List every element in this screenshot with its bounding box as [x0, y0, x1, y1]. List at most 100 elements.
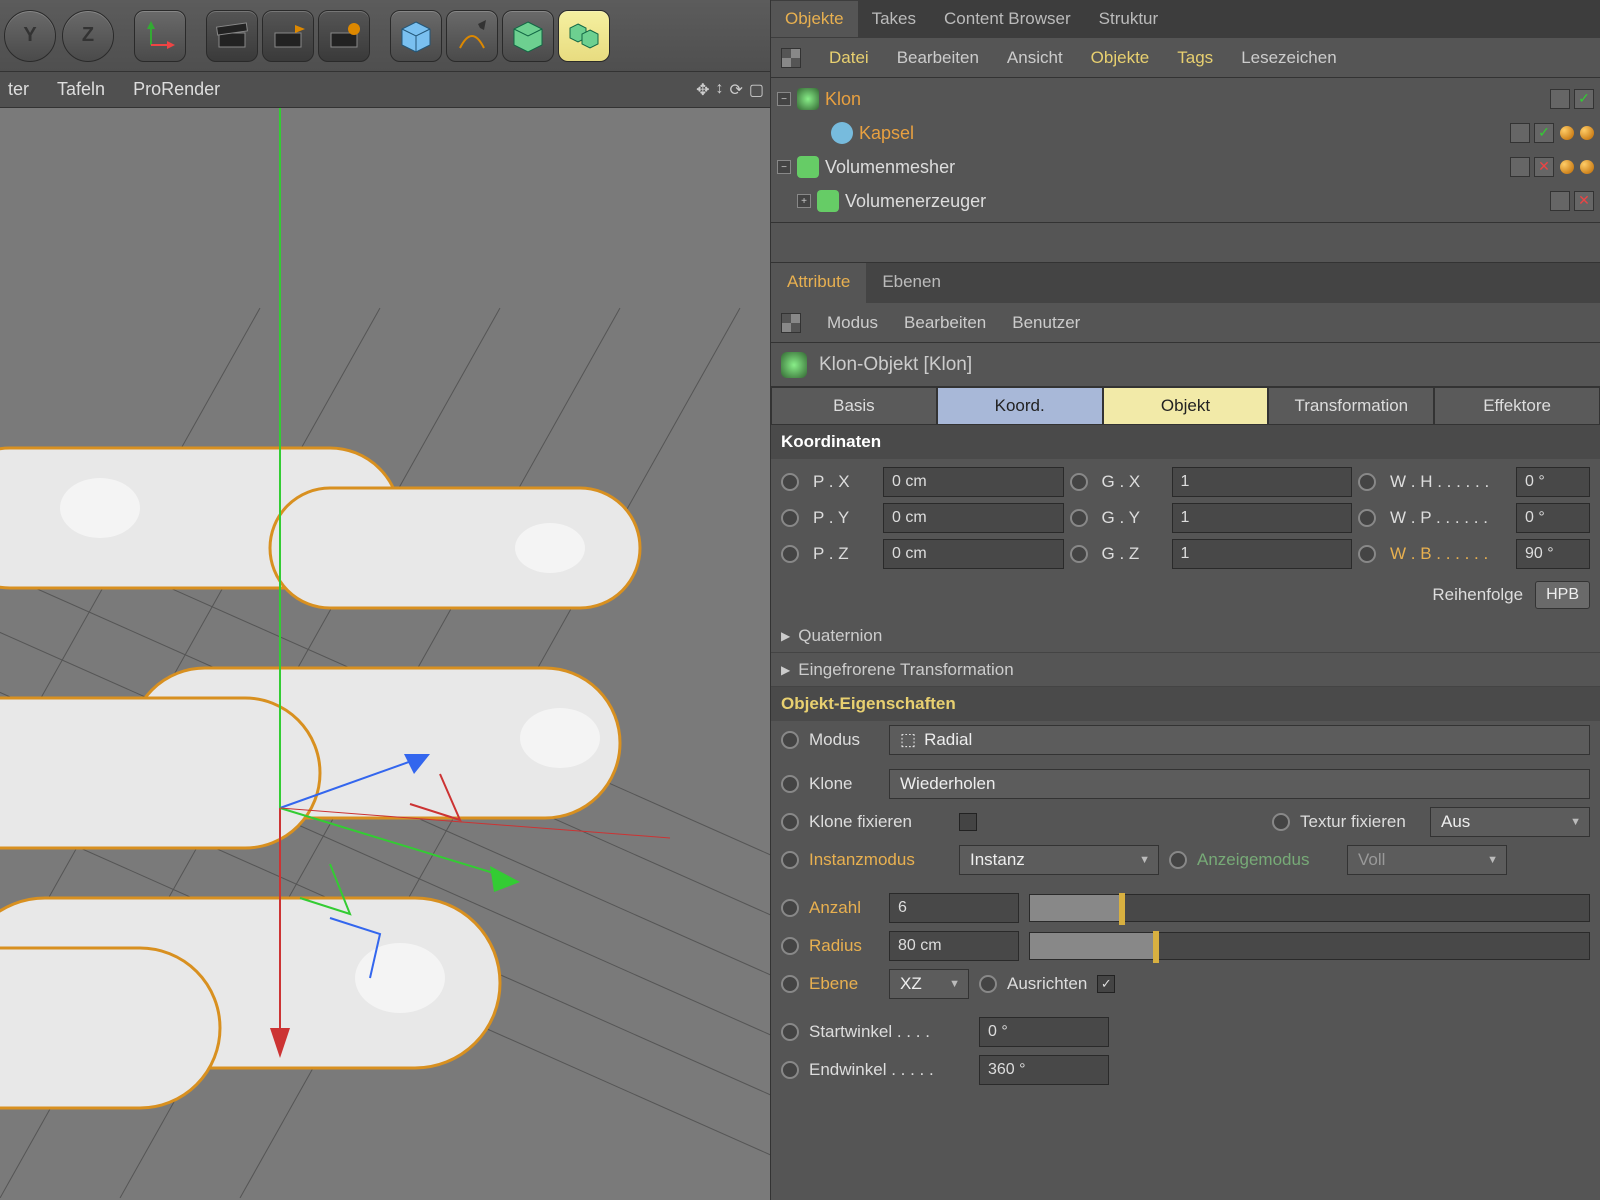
- visibility-flag[interactable]: [1534, 123, 1554, 143]
- param-radio[interactable]: [979, 975, 997, 993]
- render-button[interactable]: [206, 10, 258, 62]
- menu-item-prorender[interactable]: ProRender: [133, 79, 220, 100]
- visibility-flag[interactable]: [1574, 89, 1594, 109]
- checkbox-klonefix[interactable]: [959, 813, 977, 831]
- coord-system-button[interactable]: [134, 10, 186, 62]
- dropdown-modus[interactable]: ⬚Radial: [889, 725, 1590, 755]
- dropdown-klone[interactable]: Wiederholen: [889, 769, 1590, 799]
- tab-objekte[interactable]: Objekte: [771, 1, 858, 37]
- param-radio[interactable]: [1358, 473, 1376, 491]
- om-bearbeiten[interactable]: Bearbeiten: [897, 48, 979, 68]
- dropdown-ebene[interactable]: XZ▼: [889, 969, 969, 999]
- param-radio[interactable]: [781, 813, 799, 831]
- param-radio[interactable]: [1070, 509, 1088, 527]
- subtab-transformation[interactable]: Transformation: [1268, 387, 1434, 425]
- param-radio[interactable]: [781, 731, 799, 749]
- section-eingefroren[interactable]: ▶Eingefrorene Transformation: [771, 653, 1600, 687]
- slider-anzahl[interactable]: [1029, 894, 1590, 922]
- order-dropdown[interactable]: HPB: [1535, 581, 1590, 609]
- param-radio[interactable]: [1358, 509, 1376, 527]
- param-radio[interactable]: [781, 975, 799, 993]
- om-objekte[interactable]: Objekte: [1091, 48, 1150, 68]
- tree-row-kapsel[interactable]: Kapsel: [771, 116, 1600, 150]
- param-radio[interactable]: [781, 509, 799, 527]
- tag-icon[interactable]: [1580, 160, 1594, 174]
- layer-flag[interactable]: [1550, 191, 1570, 211]
- menu-item-tafeln[interactable]: Tafeln: [57, 79, 105, 100]
- tag-icon[interactable]: [1560, 126, 1574, 140]
- om-tags[interactable]: Tags: [1177, 48, 1213, 68]
- param-radio[interactable]: [781, 545, 799, 563]
- tree-row-klon[interactable]: − Klon: [771, 82, 1600, 116]
- subtab-koord[interactable]: Koord.: [937, 387, 1103, 425]
- am-bearbeiten[interactable]: Bearbeiten: [904, 313, 986, 333]
- 3d-viewport[interactable]: [0, 108, 770, 1200]
- field-start[interactable]: 0 °: [979, 1017, 1109, 1047]
- param-radio[interactable]: [781, 473, 799, 491]
- vp-zoom-icon[interactable]: ↕: [715, 80, 723, 100]
- subtab-objekt[interactable]: Objekt: [1103, 387, 1269, 425]
- field-radius[interactable]: 80 cm: [889, 931, 1019, 961]
- field-gz[interactable]: 1: [1172, 539, 1353, 569]
- param-radio[interactable]: [781, 851, 799, 869]
- tag-icon[interactable]: [1560, 160, 1574, 174]
- visibility-flag[interactable]: [1574, 191, 1594, 211]
- tag-icon[interactable]: [1580, 126, 1594, 140]
- om-ansicht[interactable]: Ansicht: [1007, 48, 1063, 68]
- field-px[interactable]: 0 cm: [883, 467, 1064, 497]
- param-radio[interactable]: [781, 899, 799, 917]
- tab-content-browser[interactable]: Content Browser: [930, 1, 1085, 37]
- field-wh[interactable]: 0 °: [1516, 467, 1590, 497]
- param-radio[interactable]: [1358, 545, 1376, 563]
- field-py[interactable]: 0 cm: [883, 503, 1064, 533]
- field-wb[interactable]: 90 °: [1516, 539, 1590, 569]
- axis-y-button[interactable]: Y: [4, 10, 56, 62]
- tab-takes[interactable]: Takes: [858, 1, 930, 37]
- om-datei[interactable]: Datei: [829, 48, 869, 68]
- param-radio[interactable]: [781, 775, 799, 793]
- slider-radius[interactable]: [1029, 932, 1590, 960]
- field-gx[interactable]: 1: [1172, 467, 1353, 497]
- param-radio[interactable]: [781, 1023, 799, 1041]
- vp-rotate-icon[interactable]: ⟳: [729, 80, 742, 100]
- am-benutzer[interactable]: Benutzer: [1012, 313, 1080, 333]
- vp-move-icon[interactable]: ✥: [696, 80, 709, 100]
- field-wp[interactable]: 0 °: [1516, 503, 1590, 533]
- field-pz[interactable]: 0 cm: [883, 539, 1064, 569]
- param-radio[interactable]: [1272, 813, 1290, 831]
- render-settings-button[interactable]: [318, 10, 370, 62]
- field-anzahl[interactable]: 6: [889, 893, 1019, 923]
- generator-button[interactable]: [502, 10, 554, 62]
- tree-row-volmesher[interactable]: − Volumenmesher: [771, 150, 1600, 184]
- axis-z-button[interactable]: Z: [62, 10, 114, 62]
- subtab-effektoren[interactable]: Effektore: [1434, 387, 1600, 425]
- dropdown-instanz[interactable]: Instanz▼: [959, 845, 1159, 875]
- layer-flag[interactable]: [1550, 89, 1570, 109]
- layer-flag[interactable]: [1510, 123, 1530, 143]
- mograph-button[interactable]: [558, 10, 610, 62]
- dropdown-texturfix[interactable]: Aus▼: [1430, 807, 1590, 837]
- visibility-flag[interactable]: [1534, 157, 1554, 177]
- expander-icon[interactable]: −: [777, 92, 791, 106]
- menu-item-1[interactable]: ter: [8, 79, 29, 100]
- tab-ebenen[interactable]: Ebenen: [866, 263, 957, 303]
- param-radio[interactable]: [781, 1061, 799, 1079]
- cube-primitive-button[interactable]: [390, 10, 442, 62]
- field-end[interactable]: 360 °: [979, 1055, 1109, 1085]
- grid-icon[interactable]: [781, 313, 801, 333]
- vp-max-icon[interactable]: ▢: [749, 80, 764, 100]
- expander-icon[interactable]: +: [797, 194, 811, 208]
- grid-icon[interactable]: [781, 48, 801, 68]
- tab-struktur[interactable]: Struktur: [1085, 1, 1173, 37]
- spline-tool-button[interactable]: [446, 10, 498, 62]
- om-lesezeichen[interactable]: Lesezeichen: [1241, 48, 1336, 68]
- render-region-button[interactable]: [262, 10, 314, 62]
- param-radio[interactable]: [781, 937, 799, 955]
- tab-attribute[interactable]: Attribute: [771, 263, 866, 303]
- checkbox-ausrichten[interactable]: ✓: [1097, 975, 1115, 993]
- am-modus[interactable]: Modus: [827, 313, 878, 333]
- layer-flag[interactable]: [1510, 157, 1530, 177]
- section-quaternion[interactable]: ▶Quaternion: [771, 619, 1600, 653]
- subtab-basis[interactable]: Basis: [771, 387, 937, 425]
- tree-row-volerz[interactable]: + Volumenerzeuger: [771, 184, 1600, 218]
